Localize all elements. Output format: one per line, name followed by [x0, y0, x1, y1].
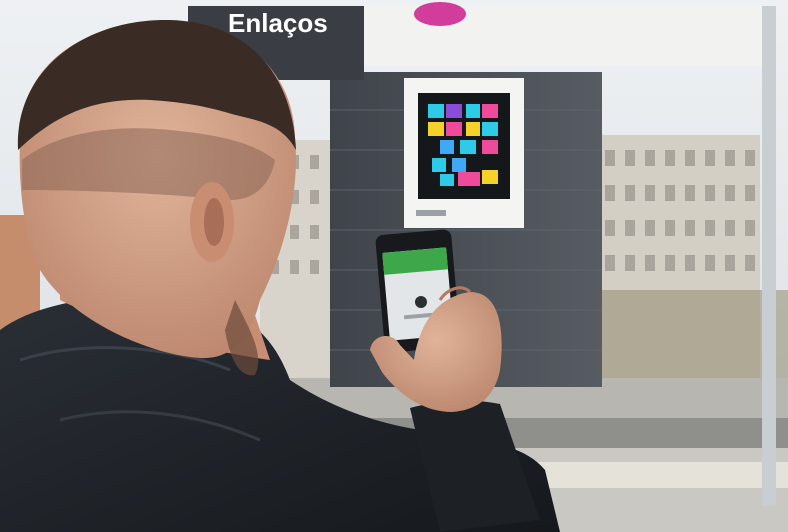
lamp-post — [762, 6, 776, 506]
phone-screen-icon — [415, 296, 427, 308]
trees — [600, 290, 788, 390]
ear-inner — [204, 198, 224, 246]
photo-illustration: Enlaços — [0, 0, 788, 532]
color-code-panel — [404, 78, 524, 228]
sign-pink-dot — [414, 2, 466, 26]
street-photo: Enlaços — [0, 0, 788, 532]
sign-text: Enlaços — [228, 8, 328, 38]
